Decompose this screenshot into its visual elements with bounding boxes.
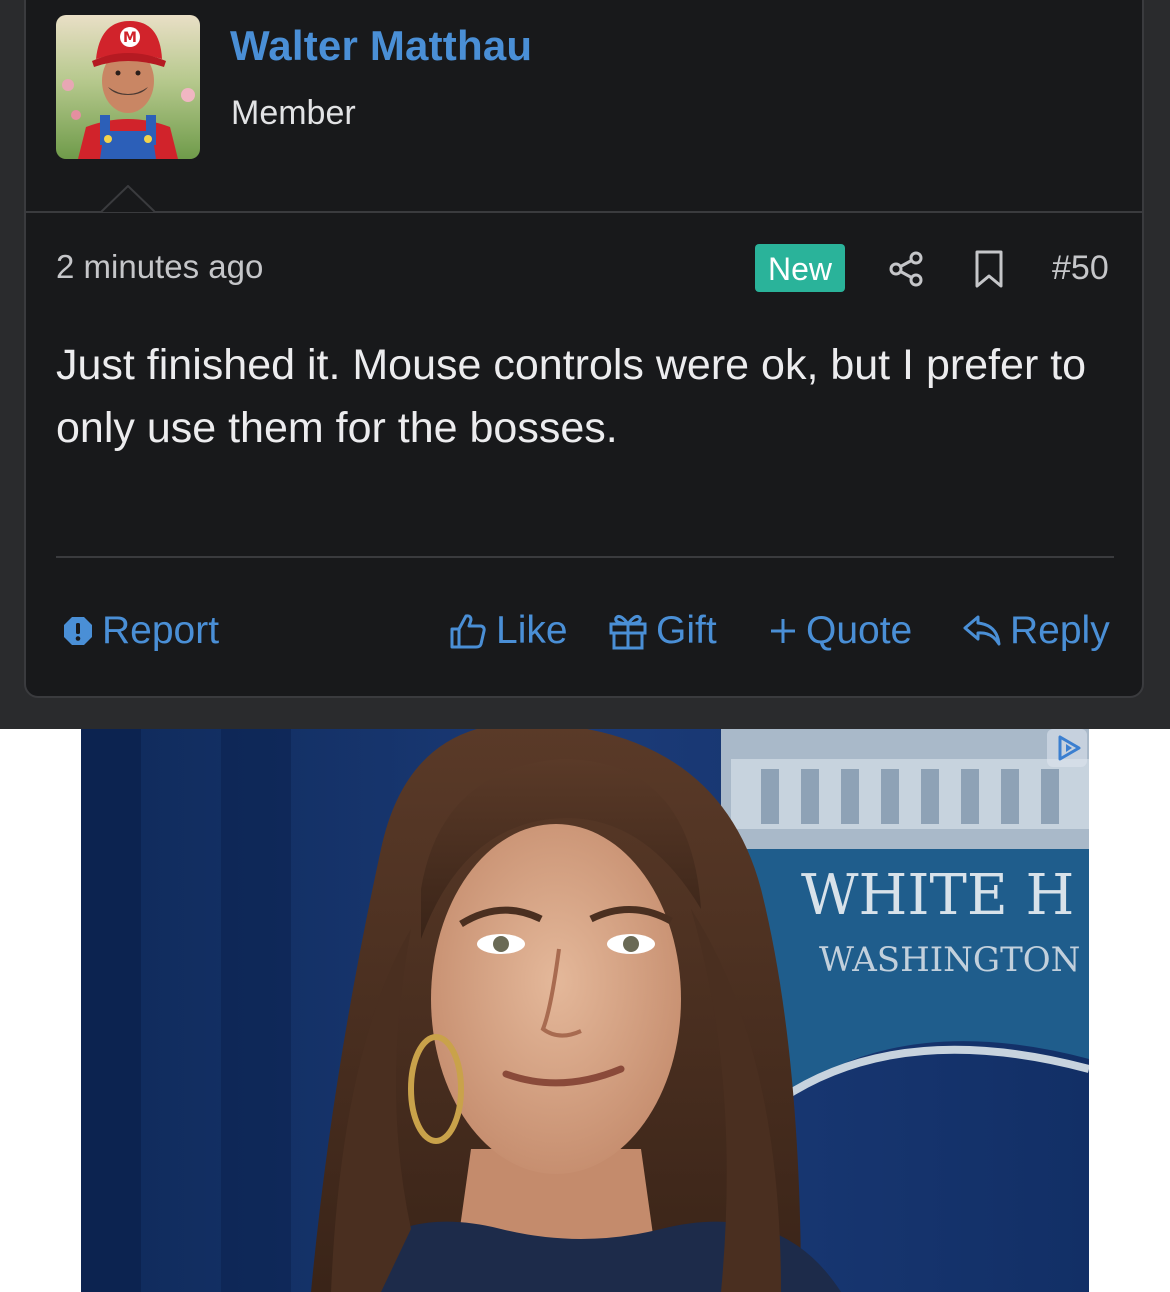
- reply-icon: [963, 615, 1001, 646]
- divider: [56, 556, 1114, 558]
- reply-button[interactable]: Reply: [962, 606, 1110, 656]
- bookmark-icon[interactable]: [972, 249, 1006, 289]
- gift-label: Gift: [656, 609, 717, 652]
- divider: [26, 211, 1144, 213]
- avatar-photo-icon: M: [56, 15, 200, 159]
- gift-icon: [609, 615, 647, 650]
- svg-text:M: M: [123, 30, 137, 46]
- author-title: Member: [231, 94, 356, 132]
- gift-button[interactable]: Gift: [608, 606, 717, 656]
- post-number-link[interactable]: #50: [1052, 249, 1109, 288]
- post-timestamp[interactable]: 2 minutes ago: [56, 248, 263, 286]
- author-name[interactable]: Walter Matthau: [230, 22, 532, 70]
- seal-text-line1: WHITE H: [801, 863, 1074, 928]
- ad-choices-icon[interactable]: [1047, 729, 1087, 767]
- report-label: Report: [102, 609, 220, 652]
- share-icon[interactable]: [886, 249, 926, 289]
- quote-label: Quote: [806, 609, 913, 652]
- quote-button[interactable]: Quote: [768, 606, 912, 656]
- alert-icon: [64, 617, 92, 645]
- ad-image[interactable]: WHITE H WASHINGTON: [81, 729, 1089, 1292]
- thumbs-up-icon: [450, 614, 486, 649]
- pointer-notch: [101, 185, 155, 213]
- like-label: Like: [496, 609, 568, 652]
- plus-icon: [771, 619, 795, 643]
- avatar[interactable]: M: [56, 15, 200, 159]
- new-badge: New: [755, 244, 845, 292]
- report-button[interactable]: Report: [62, 606, 219, 656]
- seal-text-line2: WASHINGTON: [819, 940, 1080, 980]
- like-button[interactable]: Like: [448, 606, 568, 656]
- press-briefing-photo: WHITE H WASHINGTON: [81, 729, 1089, 1292]
- reply-label: Reply: [1010, 609, 1110, 652]
- post-body: Just finished it. Mouse controls were ok…: [56, 341, 1087, 452]
